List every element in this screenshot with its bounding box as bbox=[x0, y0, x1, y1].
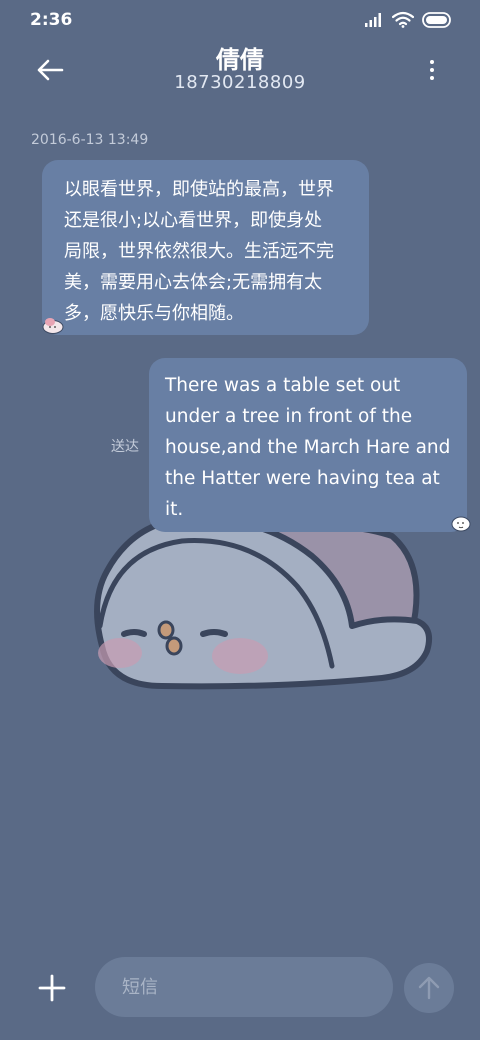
wifi-icon bbox=[392, 11, 414, 28]
message-line: it. bbox=[165, 499, 184, 520]
send-arrow-icon bbox=[418, 976, 440, 1000]
message-input[interactable] bbox=[95, 957, 393, 1017]
delivery-status: 送达 bbox=[111, 439, 139, 455]
more-vertical-icon bbox=[430, 60, 434, 64]
status-icons bbox=[364, 11, 452, 28]
status-bar: 2:36 bbox=[0, 0, 480, 42]
status-time: 2:36 bbox=[30, 10, 73, 30]
contact-number: 18730218809 bbox=[174, 72, 306, 93]
message-line: 美，需要用心去体会;无需拥有太 bbox=[64, 272, 323, 293]
more-button[interactable] bbox=[420, 54, 444, 86]
message-line: There was a table set out bbox=[165, 375, 401, 396]
message-line: 还是很小;以心看世界，即使身处 bbox=[64, 210, 323, 231]
message-line: the Hatter were having tea at bbox=[165, 468, 440, 489]
outgoing-message-bubble[interactable]: There was a table set out under a tree i… bbox=[149, 358, 467, 532]
message-line: 以眼看世界，即使站的最高，世界 bbox=[64, 179, 334, 200]
incoming-message-bubble[interactable]: 以眼看世界，即使站的最高，世界 还是很小;以心看世界，即使身处 局限，世界依然很… bbox=[42, 160, 369, 335]
message-line: under a tree in front of the bbox=[165, 406, 413, 427]
message-timestamp: 2016-6-13 13:49 bbox=[31, 132, 149, 148]
message-line: 局限，世界依然很大。生活远不完 bbox=[64, 241, 334, 262]
sender-sticker-icon bbox=[42, 318, 64, 334]
battery-icon bbox=[422, 11, 451, 28]
messaging-screen: 2:36 倩倩 18730218809 2016-6-13 13:49 以眼看世… bbox=[0, 0, 480, 1040]
plus-icon bbox=[38, 974, 66, 1002]
message-line: 多，愿快乐与你相随。 bbox=[64, 303, 244, 324]
message-line: house,and the March Hare and bbox=[165, 437, 451, 458]
wallpaper-sticker bbox=[94, 514, 432, 690]
add-attachment-button[interactable] bbox=[34, 970, 70, 1006]
self-sticker-icon bbox=[451, 516, 471, 532]
contact-name: 倩倩 bbox=[216, 46, 264, 74]
signal-icon bbox=[365, 12, 381, 27]
send-button[interactable] bbox=[404, 963, 454, 1013]
